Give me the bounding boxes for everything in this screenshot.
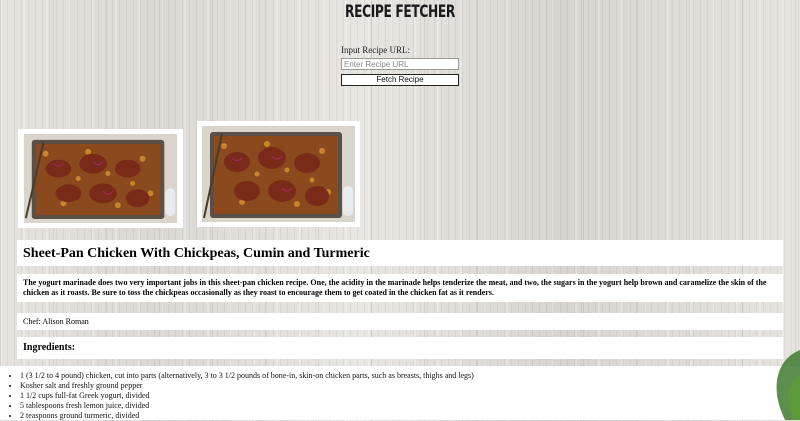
ingredient-item: 1 (3 1/2 to 4 pound) chicken, cut into p…	[20, 371, 800, 381]
recipe-url-form: Input Recipe URL: Fetch Recipe	[341, 45, 461, 86]
ingredient-item: 5 tablespoons fresh lemon juice, divided	[20, 401, 800, 411]
recipe-url-input[interactable]	[341, 58, 459, 70]
fetch-recipe-button[interactable]: Fetch Recipe	[341, 74, 459, 86]
recipe-photo-1	[18, 129, 183, 228]
ingredient-item: Kosher salt and freshly ground pepper	[20, 381, 800, 391]
recipe-chef: Chef: Alison Roman	[17, 313, 783, 330]
food-photo-icon	[202, 126, 355, 222]
ingredients-panel: 1 (3 1/2 to 4 pound) chicken, cut into p…	[0, 366, 800, 420]
ingredient-item: 1 1/2 cups full-fat Greek yogurt, divide…	[20, 391, 800, 401]
url-label: Input Recipe URL:	[341, 45, 410, 55]
ingredient-list: 1 (3 1/2 to 4 pound) chicken, cut into p…	[0, 366, 800, 421]
recipe-photo-2	[197, 121, 360, 227]
food-photo-icon	[23, 134, 178, 223]
leaf-decoration-icon	[776, 350, 800, 420]
recipe-description: The yogurt marinade does two very import…	[17, 274, 783, 302]
ingredients-heading: Ingredients:	[17, 337, 783, 359]
app-title: RECIPE FETCHER	[345, 2, 455, 22]
recipe-title: Sheet-Pan Chicken With Chickpeas, Cumin …	[17, 240, 783, 266]
